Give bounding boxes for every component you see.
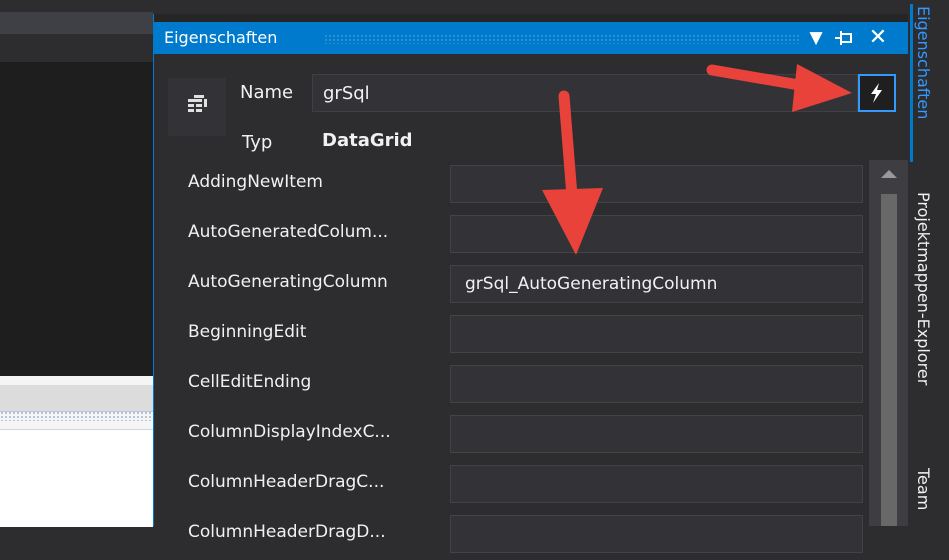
event-handler-field[interactable] (450, 515, 863, 553)
event-row: ColumnDisplayIndexC... (154, 410, 869, 460)
vertical-scrollbar[interactable] (869, 160, 909, 526)
object-header: Name grSql Typ DataGrid (154, 54, 909, 160)
event-handler-field[interactable] (450, 215, 863, 253)
event-name: ColumnDisplayIndexC... (188, 422, 391, 442)
window-menu-dropdown-icon[interactable]: ▼ (804, 24, 828, 52)
designer-splitter[interactable] (0, 411, 153, 421)
tab-properties[interactable]: Eigenschaften (914, 6, 933, 119)
name-input[interactable]: grSql (312, 74, 858, 112)
event-row: AutoGeneratingColumn grSql_AutoGeneratin… (154, 260, 869, 310)
event-handler-field[interactable] (450, 365, 863, 403)
event-handler-field[interactable] (450, 315, 863, 353)
event-name: AutoGeneratedColum... (188, 222, 389, 242)
pin-icon (835, 31, 852, 45)
event-row: AddingNewItem (154, 160, 869, 210)
side-tab-strip: Eigenschaften Projektmappen-Explorer Tea… (908, 0, 949, 526)
event-name: BeginningEdit (188, 322, 307, 342)
tab-solution-explorer[interactable]: Projektmappen-Explorer (914, 192, 933, 385)
properties-window: Eigenschaften ▼ ✕ Name grSql Typ DataGri… (153, 14, 909, 553)
events-toggle-button[interactable] (858, 74, 896, 112)
event-handler-field[interactable]: grSql_AutoGeneratingColumn (450, 265, 863, 303)
code-editor-area[interactable] (0, 62, 153, 376)
event-handler-field[interactable] (450, 415, 863, 453)
designer-surface[interactable] (0, 429, 153, 527)
event-row: ColumnHeaderDragC... (154, 460, 869, 510)
event-row: BeginningEdit (154, 310, 869, 360)
event-handler-field[interactable] (450, 165, 863, 203)
designer-toolbar (0, 385, 153, 412)
event-row: ColumnHeaderDragD... (154, 510, 869, 560)
tab-team[interactable]: Team (914, 468, 933, 510)
editor-tab-strip (0, 12, 153, 34)
type-value: DataGrid (322, 130, 413, 151)
name-label: Name (240, 82, 294, 103)
event-handler-field[interactable] (450, 465, 863, 503)
properties-title: Eigenschaften (164, 28, 278, 47)
event-row: AutoGeneratedColum... (154, 210, 869, 260)
properties-title-bar[interactable]: Eigenschaften ▼ ✕ (154, 22, 909, 54)
lightning-bolt-icon (871, 83, 882, 103)
event-name: AutoGeneratingColumn (188, 272, 388, 292)
title-grip (324, 34, 800, 44)
auto-hide-pin-icon[interactable] (832, 24, 856, 52)
scroll-thumb[interactable] (881, 194, 897, 526)
close-icon[interactable]: ✕ (866, 24, 890, 52)
event-name: ColumnHeaderDragD... (188, 522, 386, 542)
active-tab-indicator (910, 4, 913, 162)
editor-background (0, 0, 153, 527)
event-name: ColumnHeaderDragC... (188, 472, 385, 492)
event-name: AddingNewItem (188, 172, 323, 192)
event-row: CellEditEnding (154, 360, 869, 410)
type-label: Typ (242, 132, 273, 153)
datagrid-object-icon (168, 78, 226, 136)
scroll-up-arrow-icon[interactable] (881, 170, 897, 178)
event-name: CellEditEnding (188, 372, 312, 392)
events-grid: AddingNewItem AutoGeneratedColum... Auto… (154, 160, 869, 553)
